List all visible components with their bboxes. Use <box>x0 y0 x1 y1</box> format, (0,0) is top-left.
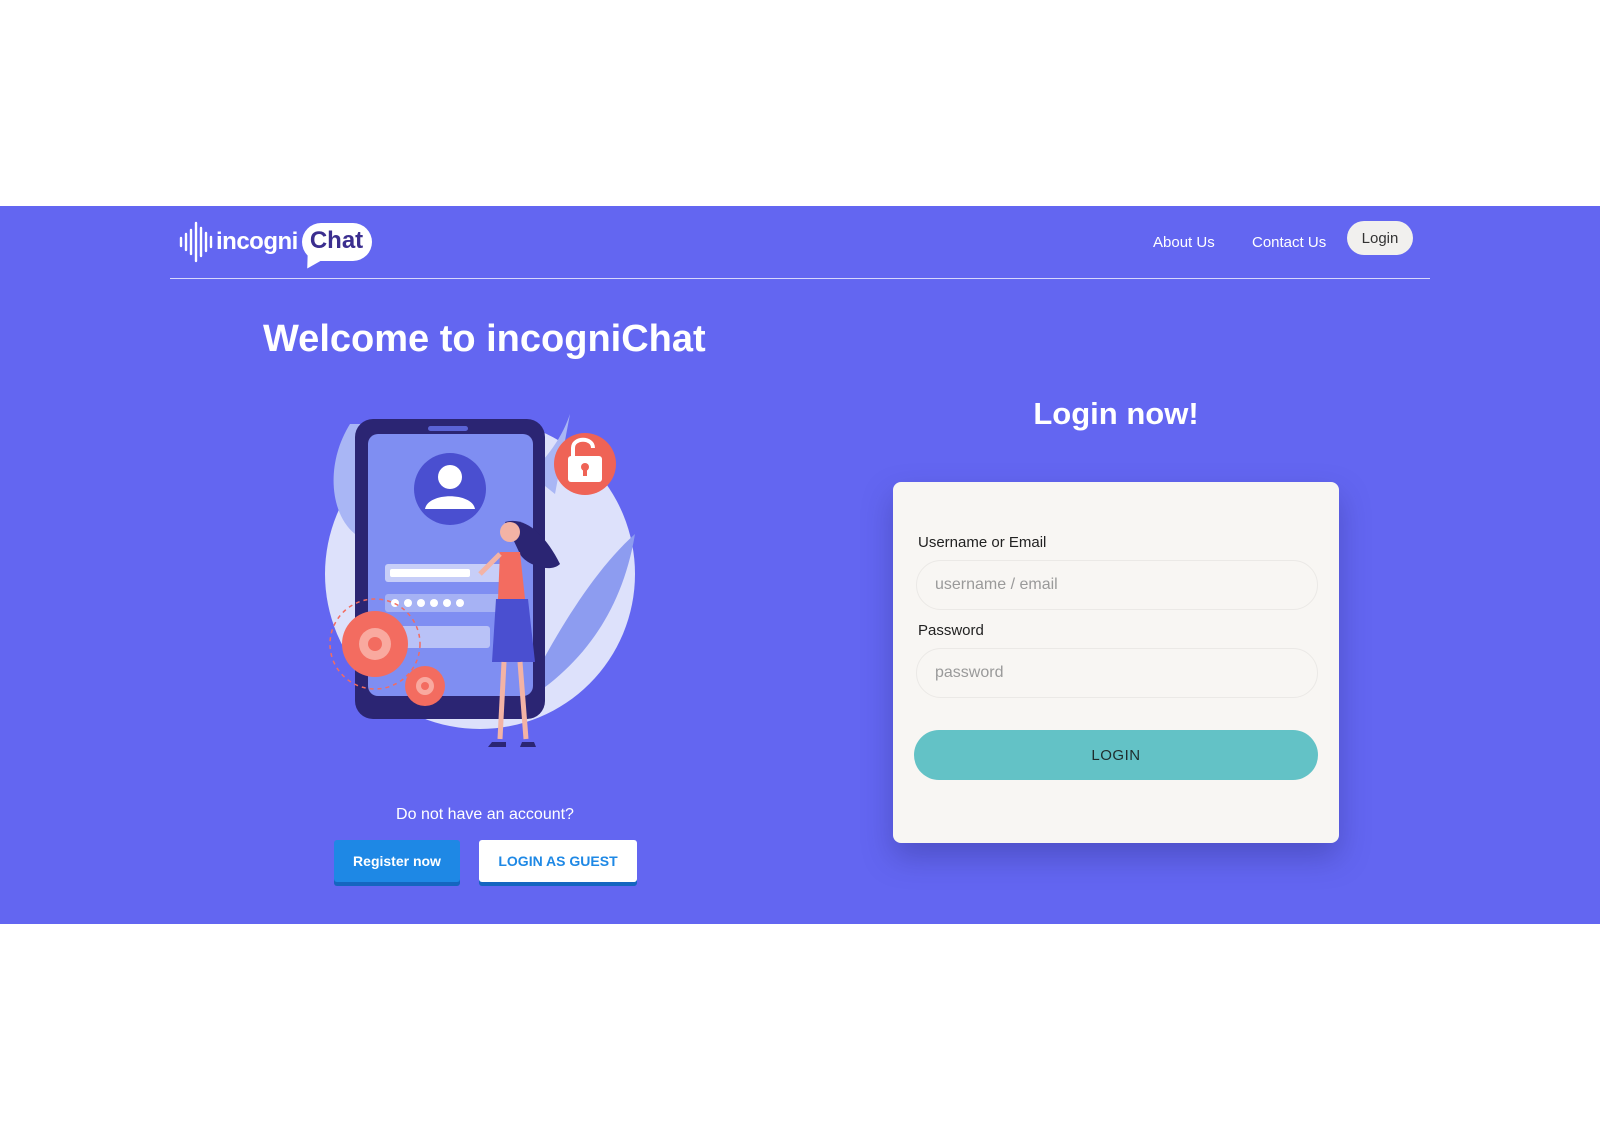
page-title: Welcome to incogniChat <box>263 318 706 360</box>
avatar-head <box>438 465 462 489</box>
no-account-text: Do not have an account? <box>396 806 574 823</box>
nav-contact-us[interactable]: Contact Us <box>1252 234 1326 251</box>
sound-wave-icon <box>179 221 213 263</box>
username-label: Username or Email <box>918 534 1047 551</box>
login-card: Username or Email Password LOGIN <box>893 482 1339 843</box>
submit-bar <box>400 626 490 648</box>
password-input[interactable] <box>916 648 1318 698</box>
login-submit-button[interactable]: LOGIN <box>914 730 1318 780</box>
username-input[interactable] <box>916 560 1318 610</box>
logo-text-chat: Chat <box>309 227 364 254</box>
logo-text-incogni: incogni <box>216 228 298 255</box>
top-nav: incogni Chat About Us Contact Us Login <box>170 206 1430 279</box>
nav-login-button[interactable]: Login <box>1347 221 1413 255</box>
chat-bubble-tail <box>301 253 323 273</box>
nav-about-us[interactable]: About Us <box>1153 234 1215 251</box>
hero-band: incogni Chat About Us Contact Us Login W… <box>0 206 1600 924</box>
login-as-guest-button[interactable]: LOGIN AS GUEST <box>479 840 637 882</box>
register-now-button[interactable]: Register now <box>334 840 460 882</box>
login-title: Login now! <box>1033 396 1199 431</box>
mobile-login-illustration <box>325 414 635 747</box>
password-label: Password <box>918 622 984 639</box>
phone-speaker <box>428 426 468 431</box>
unlocked-padlock-icon <box>554 433 616 495</box>
brand-logo[interactable]: incogni Chat <box>178 216 373 273</box>
username-bar-fill <box>390 569 470 577</box>
logo-chat-bubble: Chat <box>301 223 373 273</box>
gear-small-icon <box>405 666 445 706</box>
